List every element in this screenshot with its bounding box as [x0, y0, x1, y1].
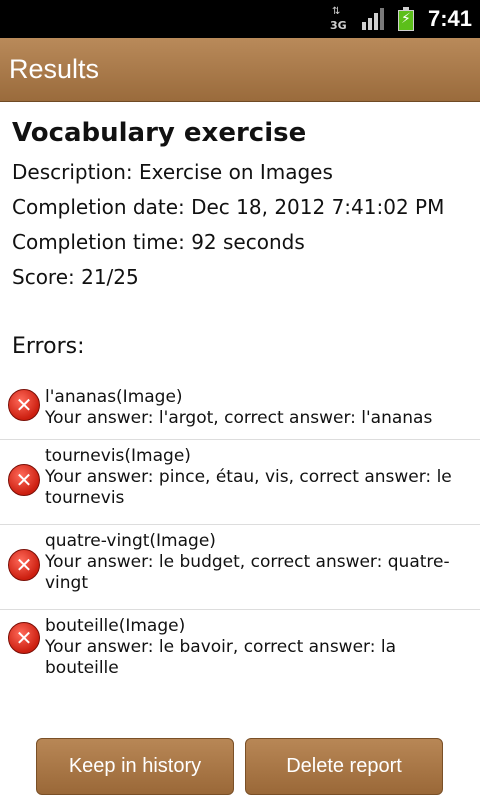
- completion-time-text: Completion time: 92 seconds: [12, 230, 305, 254]
- error-word: quatre-vingt(Image): [45, 531, 216, 551]
- error-list-item[interactable]: ✕ bouteille(Image) Your answer: le bavoi…: [0, 610, 480, 678]
- error-answer: Your answer: pince, étau, vis, correct a…: [45, 467, 452, 508]
- score-text: Score: 21/25: [12, 265, 139, 289]
- error-answer: Your answer: le bavoir, correct answer: …: [45, 637, 397, 678]
- keep-in-history-button[interactable]: Keep in history: [36, 738, 234, 795]
- error-word: bouteille(Image): [45, 616, 186, 636]
- error-list: ✕ l'ananas(Image) Your answer: l'argot, …: [0, 381, 480, 678]
- error-answer: Your answer: le budget, correct answer: …: [45, 552, 450, 593]
- error-word: tournevis(Image): [45, 446, 191, 466]
- error-list-item[interactable]: ✕ tournevis(Image) Your answer: pince, é…: [0, 440, 480, 525]
- error-x-icon: ✕: [8, 464, 40, 496]
- page-title: Results: [9, 54, 100, 84]
- error-x-icon: ✕: [8, 549, 40, 581]
- status-time: 7:41: [427, 6, 472, 31]
- completion-date-text: Completion date: Dec 18, 2012 7:41:02 PM: [12, 195, 445, 219]
- signal-strength-icon: [361, 8, 384, 30]
- delete-report-button[interactable]: Delete report: [245, 738, 443, 795]
- error-list-item[interactable]: ✕ quatre-vingt(Image) Your answer: le bu…: [0, 525, 480, 610]
- error-word: l'ananas(Image): [45, 387, 183, 407]
- errors-heading: Errors:: [12, 334, 85, 359]
- title-bar: Results: [0, 38, 480, 102]
- battery-charging-icon: ⚡: [397, 7, 414, 31]
- network-3g-icon: ⇅ 3G: [329, 6, 347, 33]
- status-bar: ⇅ 3G ⚡ 7:41: [0, 0, 480, 38]
- error-x-icon: ✕: [8, 389, 40, 421]
- description-text: Description: Exercise on Images: [12, 160, 333, 184]
- error-list-item[interactable]: ✕ l'ananas(Image) Your answer: l'argot, …: [0, 381, 480, 440]
- error-x-icon: ✕: [8, 622, 40, 654]
- exercise-title: Vocabulary exercise: [12, 118, 307, 148]
- error-answer: Your answer: l'argot, correct answer: l'…: [45, 408, 433, 428]
